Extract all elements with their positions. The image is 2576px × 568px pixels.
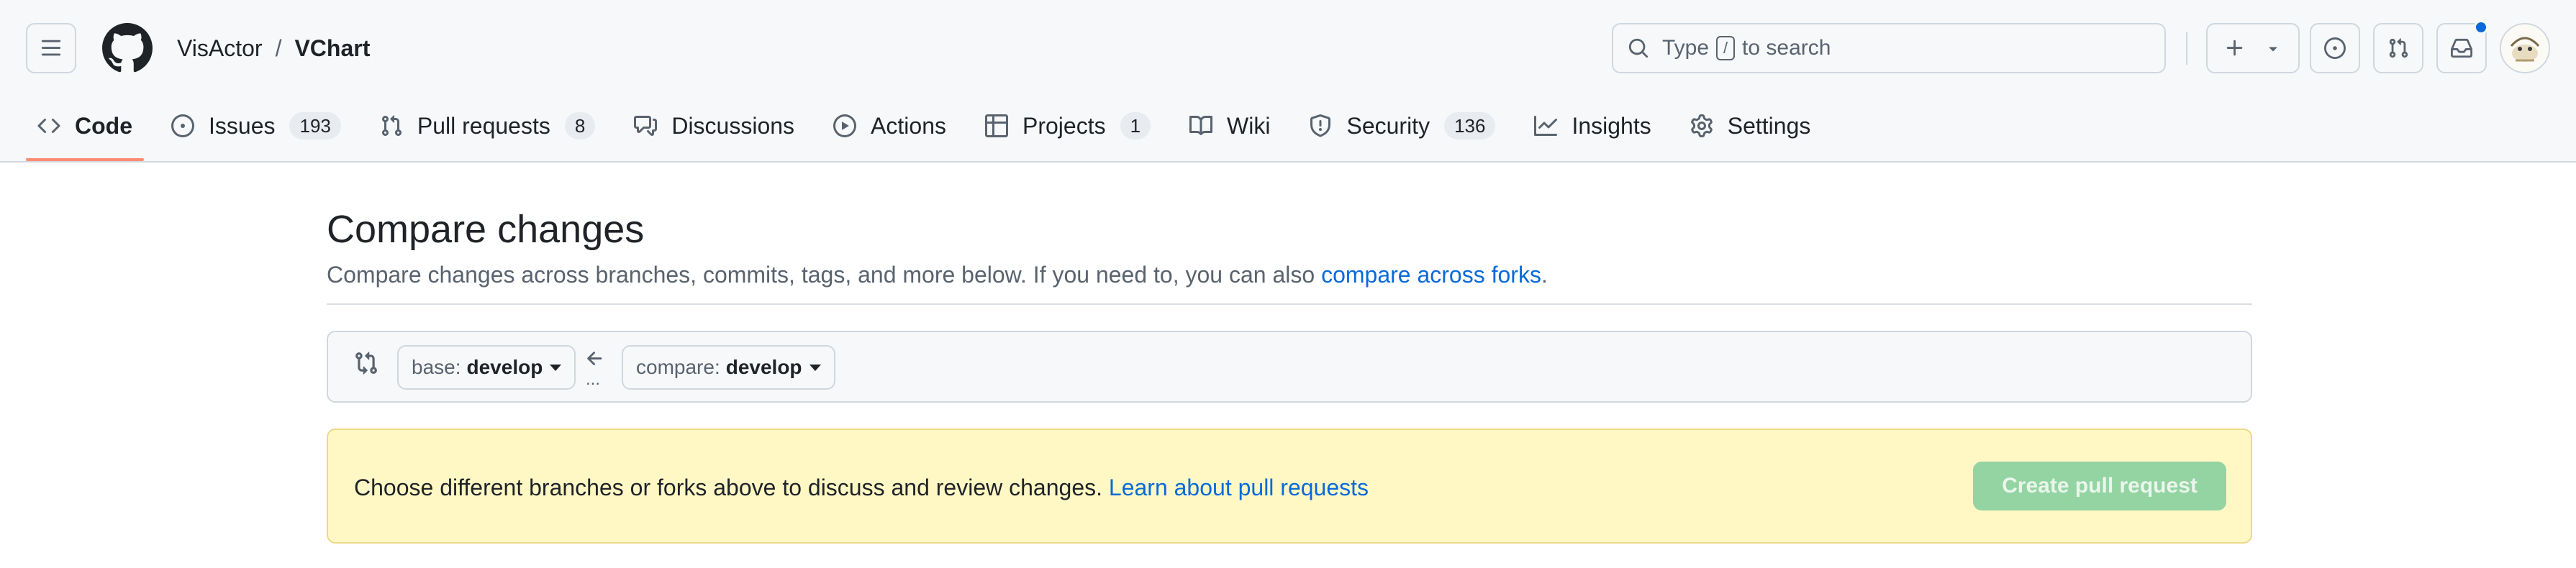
github-mark-icon[interactable]: [102, 23, 153, 73]
security-counter: 136: [1444, 112, 1496, 139]
code-icon: [37, 118, 60, 134]
learn-about-pull-requests-link[interactable]: Learn about pull requests: [1109, 475, 1369, 500]
app-header: VisActor / VChart Type / to search Code …: [0, 0, 2576, 162]
menu-button[interactable]: [26, 23, 76, 73]
owner-link[interactable]: VisActor: [177, 35, 263, 62]
tab-security[interactable]: Security 136: [1297, 101, 1507, 151]
tab-issues[interactable]: Issues 193: [160, 101, 353, 151]
issue-opened-icon: [2324, 37, 2346, 59]
arrow-left-icon: [587, 352, 602, 365]
base-label: base:: [412, 356, 461, 378]
tab-label: Settings: [1727, 112, 1811, 139]
tab-label: Projects: [1022, 112, 1106, 139]
avatar[interactable]: [2500, 23, 2550, 73]
pull-requests-counter: 8: [564, 112, 596, 139]
search-suffix: to search: [1742, 36, 1831, 60]
tab-settings[interactable]: Settings: [1679, 101, 1823, 151]
range-dots: ...: [586, 370, 601, 389]
table-icon: [984, 114, 1008, 137]
tab-label: Discussions: [671, 112, 795, 139]
notifications-button[interactable]: [2436, 20, 2488, 73]
notice-text: Choose different branches or forks above…: [354, 475, 1102, 500]
compare-across-forks-link[interactable]: compare across forks: [1321, 262, 1541, 288]
shield-icon: [1310, 114, 1331, 137]
your-pull-requests-button[interactable]: [2373, 23, 2423, 73]
your-issues-button[interactable]: [2310, 23, 2360, 73]
tab-label: Issues: [209, 112, 276, 139]
search-input[interactable]: Type / to search: [1612, 23, 2166, 73]
tab-discussions[interactable]: Discussions: [622, 101, 806, 151]
compare-branch-value: develop: [725, 356, 802, 378]
range-editor: base: develop ... compare: develop: [327, 331, 2252, 403]
notice-message: Choose different branches or forks above…: [354, 475, 1369, 501]
page-title: Compare changes: [327, 208, 645, 251]
tab-code[interactable]: Code: [26, 101, 144, 161]
graph-icon: [1534, 116, 1558, 136]
comment-discussion-icon: [634, 116, 658, 136]
repo-link[interactable]: VChart: [294, 35, 370, 62]
caret-down-icon: [550, 364, 562, 371]
tab-label: Pull requests: [417, 112, 550, 139]
play-icon: [833, 114, 857, 137]
tab-label: Security: [1346, 112, 1430, 139]
caret-down-icon: [809, 364, 821, 371]
tab-insights[interactable]: Insights: [1523, 101, 1662, 151]
tab-wiki[interactable]: Wiki: [1178, 101, 1282, 151]
issue-opened-icon: [171, 114, 194, 137]
git-pull-request-icon: [381, 115, 402, 137]
repo-nav-tabs: Code Issues 193 Pull requests 8 Discussi…: [26, 101, 1838, 161]
issues-counter: 193: [289, 112, 341, 139]
create-new-button[interactable]: [2206, 23, 2300, 73]
breadcrumb: VisActor / VChart: [177, 32, 370, 65]
breadcrumb-separator: /: [275, 35, 282, 61]
gear-icon: [1690, 114, 1713, 137]
base-branch-select[interactable]: base: develop: [397, 345, 576, 390]
git-pull-request-icon: [2389, 38, 2408, 58]
search-icon: [1628, 38, 1648, 58]
plus-icon: [2226, 40, 2243, 56]
git-compare-icon: [355, 352, 377, 375]
range-arrow: ...: [583, 348, 609, 390]
description-text: Compare changes across branches, commits…: [327, 262, 1315, 288]
page-description: Compare changes across branches, commits…: [327, 262, 1548, 288]
user-avatar-image: [2501, 24, 2549, 72]
tab-label: Code: [75, 112, 132, 139]
tab-label: Actions: [871, 112, 946, 139]
notice-banner: Choose different branches or forks above…: [327, 429, 2252, 544]
divider: [327, 303, 2252, 305]
projects-counter: 1: [1120, 112, 1151, 139]
tab-actions[interactable]: Actions: [822, 101, 958, 151]
hamburger-icon: [41, 40, 61, 56]
description-period: .: [1541, 262, 1548, 288]
search-prefix: Type: [1662, 36, 1710, 60]
create-pull-request-button[interactable]: Create pull request: [1973, 462, 2226, 510]
compare-branch-select[interactable]: compare: develop: [622, 345, 835, 390]
unread-indicator: [2474, 20, 2488, 35]
tab-projects[interactable]: Projects 1: [974, 101, 1162, 151]
triangle-down-icon: [2269, 47, 2277, 52]
tab-pull-requests[interactable]: Pull requests 8: [368, 101, 607, 151]
compare-label: compare:: [636, 356, 720, 378]
search-shortcut-key: /: [1716, 36, 1736, 60]
book-icon: [1189, 115, 1213, 135]
header-divider: [2186, 32, 2187, 65]
tab-label: Wiki: [1227, 112, 1271, 139]
tab-label: Insights: [1572, 112, 1651, 139]
inbox-icon: [2451, 38, 2472, 58]
base-branch-value: develop: [466, 356, 543, 378]
